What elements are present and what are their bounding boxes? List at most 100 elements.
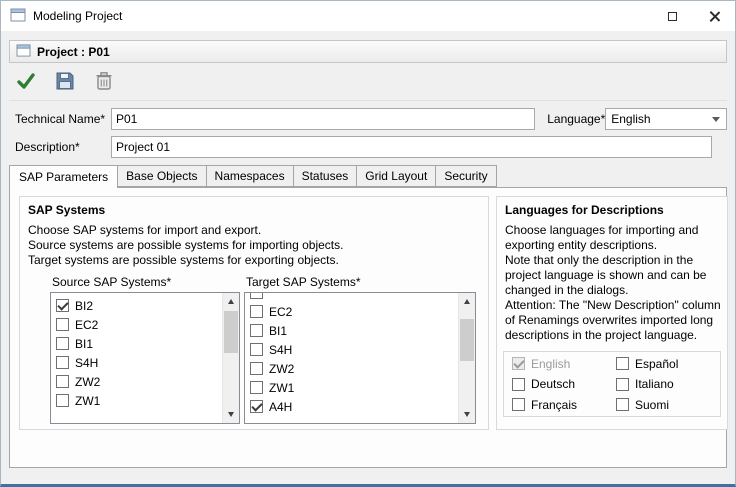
checkbox[interactable]	[56, 356, 69, 369]
close-button[interactable]	[693, 1, 735, 31]
list-item[interactable]: ZW2	[56, 372, 222, 391]
description-label: Description*	[15, 140, 111, 154]
arrow-down-icon	[228, 412, 234, 417]
toolbar	[9, 67, 727, 101]
tab-base-objects[interactable]: Base Objects	[117, 165, 206, 187]
list-item[interactable]: BI1	[250, 321, 458, 340]
checkbox[interactable]	[56, 299, 69, 312]
description-row: Description*	[15, 136, 727, 158]
languages-checkbox-panel: English Español Deutsch Italiano Françai…	[503, 351, 721, 417]
checkbox[interactable]	[56, 394, 69, 407]
delete-button[interactable]	[91, 70, 117, 95]
scroll-down-button[interactable]	[223, 406, 239, 423]
list-item[interactable]: EC2	[56, 315, 222, 334]
project-header: Project : P01	[9, 40, 727, 63]
language-option-espanol[interactable]: Español	[616, 355, 720, 373]
system-lists: Source SAP Systems* BI2 EC2 BI1 S4H ZW2 …	[50, 275, 488, 424]
checkbox[interactable]	[56, 337, 69, 350]
description-field[interactable]	[111, 136, 712, 158]
checkbox[interactable]	[616, 378, 629, 391]
list-item[interactable]: BI1	[56, 334, 222, 353]
checkbox	[512, 357, 525, 370]
technical-name-field[interactable]	[111, 108, 535, 130]
vertical-scrollbar[interactable]	[222, 293, 239, 423]
languages-description: Choose languages for importing and expor…	[505, 223, 721, 343]
trash-icon	[95, 71, 113, 94]
chevron-down-icon	[712, 117, 720, 122]
window-title: Modeling Project	[33, 9, 122, 23]
checkbox[interactable]	[250, 305, 263, 318]
list-item[interactable]: A4H	[250, 397, 458, 416]
target-systems-label: Target SAP Systems*	[246, 275, 476, 289]
tab-sap-parameters[interactable]: SAP Parameters	[9, 165, 118, 188]
scroll-thumb[interactable]	[460, 319, 474, 361]
maximize-button[interactable]	[651, 1, 693, 31]
checkbox[interactable]	[250, 381, 263, 394]
language-selected-value: English	[611, 112, 650, 126]
target-systems-listbox[interactable]: EC2 BI1 S4H ZW2 ZW1 A4H	[244, 292, 476, 424]
vertical-scrollbar[interactable]	[458, 293, 475, 423]
language-option-english: English	[512, 355, 616, 373]
arrow-up-icon	[464, 299, 470, 304]
save-button[interactable]	[52, 70, 78, 95]
source-systems-listbox[interactable]: BI2 EC2 BI1 S4H ZW2 ZW1	[50, 292, 240, 424]
app-icon	[10, 8, 26, 25]
sap-systems-group: SAP Systems Choose SAP systems for impor…	[19, 196, 489, 430]
tab-namespaces[interactable]: Namespaces	[206, 165, 294, 187]
source-systems-column: Source SAP Systems* BI2 EC2 BI1 S4H ZW2 …	[50, 275, 240, 424]
floppy-disk-icon	[55, 71, 75, 94]
checkbox[interactable]	[616, 357, 629, 370]
tab-grid-layout[interactable]: Grid Layout	[356, 165, 436, 187]
list-item[interactable]: S4H	[250, 340, 458, 359]
sap-systems-description: Choose SAP systems for import and export…	[28, 223, 482, 268]
list-item[interactable]: ZW2	[250, 359, 458, 378]
checkbox[interactable]	[250, 362, 263, 375]
tab-security[interactable]: Security	[435, 165, 496, 187]
list-item[interactable]: BI2	[56, 296, 222, 315]
source-systems-rows: BI2 EC2 BI1 S4H ZW2 ZW1	[51, 293, 222, 423]
checkbox[interactable]	[512, 378, 525, 391]
dialog-content: Project : P01 Technical Name*	[1, 31, 735, 484]
language-option-deutsch[interactable]: Deutsch	[512, 375, 616, 393]
languages-title: Languages for Descriptions	[505, 203, 719, 217]
language-label: Language*	[547, 112, 605, 126]
list-item[interactable]: ZW1	[250, 378, 458, 397]
language-dropdown[interactable]: English	[605, 108, 727, 130]
list-item[interactable]: EC2	[250, 302, 458, 321]
checkbox[interactable]	[512, 398, 525, 411]
technical-name-label: Technical Name*	[15, 112, 111, 126]
language-option-francais[interactable]: Français	[512, 396, 616, 414]
checkbox[interactable]	[250, 400, 263, 413]
arrow-up-icon	[228, 299, 234, 304]
tab-statuses[interactable]: Statuses	[293, 165, 358, 187]
list-item[interactable]: S4H	[56, 353, 222, 372]
language-option-italiano[interactable]: Italiano	[616, 375, 720, 393]
scroll-up-button[interactable]	[223, 293, 239, 310]
project-icon	[16, 44, 31, 60]
target-systems-rows: EC2 BI1 S4H ZW2 ZW1 A4H	[245, 293, 458, 423]
target-systems-column: Target SAP Systems* EC2 BI1 S4H ZW2 ZW1 …	[244, 275, 476, 424]
maximize-icon	[668, 12, 677, 21]
checkbox[interactable]	[250, 293, 263, 299]
sap-parameters-panel: SAP Systems Choose SAP systems for impor…	[9, 187, 727, 468]
tab-strip: SAP Parameters Base Objects Namespaces S…	[9, 165, 727, 187]
list-item[interactable]: ZW1	[56, 391, 222, 410]
source-systems-label: Source SAP Systems*	[52, 275, 240, 289]
scroll-down-button[interactable]	[459, 406, 475, 423]
titlebar: Modeling Project	[1, 1, 735, 31]
dialog-modeling-project: Modeling Project Project : P01	[0, 0, 736, 487]
checkbox[interactable]	[56, 318, 69, 331]
scroll-thumb[interactable]	[224, 311, 238, 353]
list-item-clipped[interactable]	[250, 293, 458, 302]
language-option-suomi[interactable]: Suomi	[616, 396, 720, 414]
scroll-up-button[interactable]	[459, 293, 475, 310]
project-title: Project : P01	[37, 45, 110, 59]
accept-button[interactable]	[13, 70, 39, 95]
checkbox[interactable]	[56, 375, 69, 388]
checkbox[interactable]	[250, 324, 263, 337]
arrow-down-icon	[464, 412, 470, 417]
checkbox[interactable]	[250, 343, 263, 356]
close-icon	[708, 10, 721, 23]
checkbox[interactable]	[616, 398, 629, 411]
technical-name-row: Technical Name* Language* English	[15, 108, 727, 130]
